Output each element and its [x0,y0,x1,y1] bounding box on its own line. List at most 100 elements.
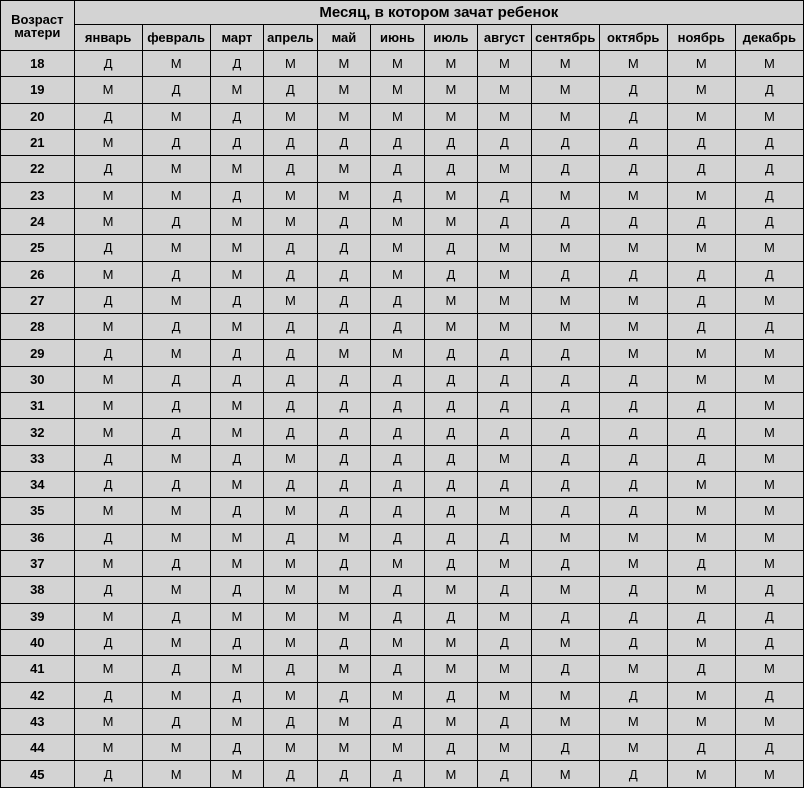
value-cell: Д [371,603,425,629]
table-row: 20ДМДММММММДММ [1,103,804,129]
value-cell: Д [264,472,318,498]
value-cell: Д [74,287,142,313]
value-cell: М [424,656,478,682]
value-cell: Д [264,156,318,182]
value-cell: Д [735,261,803,287]
value-cell: М [735,472,803,498]
value-cell: Д [599,682,667,708]
value-cell: Д [599,629,667,655]
value-cell: М [735,235,803,261]
value-cell: М [142,340,210,366]
value-cell: М [478,656,532,682]
value-cell: М [264,735,318,761]
value-cell: М [371,735,425,761]
value-cell: Д [599,419,667,445]
value-cell: М [264,629,318,655]
header-age: Возраст матери [1,1,75,51]
value-cell: М [210,208,264,234]
value-cell: М [735,498,803,524]
value-cell: М [264,182,318,208]
value-cell: Д [424,366,478,392]
value-cell: Д [317,550,371,576]
value-cell: М [735,366,803,392]
value-cell: М [531,103,599,129]
value-cell: Д [317,682,371,708]
value-cell: М [264,603,318,629]
value-cell: М [667,761,735,788]
value-cell: Д [142,366,210,392]
value-cell: Д [667,314,735,340]
value-cell: М [478,103,532,129]
value-cell: М [667,708,735,734]
value-cell: Д [424,603,478,629]
header-months: Месяц, в котором зачат ребенок [74,1,803,25]
value-cell: Д [599,103,667,129]
value-cell: Д [735,314,803,340]
value-cell: М [142,287,210,313]
value-cell: М [74,129,142,155]
value-cell: М [317,103,371,129]
header-month-4: май [317,25,371,51]
value-cell: М [74,314,142,340]
value-cell: Д [74,103,142,129]
value-cell: М [210,235,264,261]
value-cell: М [264,577,318,603]
value-cell: М [735,656,803,682]
value-cell: Д [210,577,264,603]
value-cell: Д [264,129,318,155]
value-cell: Д [371,314,425,340]
value-cell: Д [735,208,803,234]
value-cell: Д [667,656,735,682]
value-cell: М [599,708,667,734]
age-cell: 18 [1,51,75,77]
age-cell: 39 [1,603,75,629]
table-row: 34ДДМДДДДДДДММ [1,472,804,498]
value-cell: М [478,498,532,524]
value-cell: М [317,603,371,629]
value-cell: Д [667,129,735,155]
value-cell: М [74,708,142,734]
table-row: 33ДМДМДДДМДДДМ [1,445,804,471]
value-cell: Д [264,77,318,103]
value-cell: М [142,51,210,77]
value-cell: Д [478,340,532,366]
value-cell: М [599,314,667,340]
value-cell: Д [317,472,371,498]
value-cell: Д [599,393,667,419]
value-cell: Д [264,708,318,734]
value-cell: Д [210,51,264,77]
value-cell: Д [371,129,425,155]
value-cell: Д [210,103,264,129]
value-cell: Д [599,498,667,524]
value-cell: М [424,51,478,77]
value-cell: Д [424,235,478,261]
value-cell: М [667,77,735,103]
value-cell: Д [478,366,532,392]
value-cell: Д [735,629,803,655]
age-cell: 38 [1,577,75,603]
value-cell: М [142,577,210,603]
value-cell: Д [531,419,599,445]
value-cell: М [667,682,735,708]
age-cell: 24 [1,208,75,234]
value-cell: Д [478,129,532,155]
value-cell: Д [264,761,318,788]
value-cell: Д [264,235,318,261]
value-cell: М [424,77,478,103]
table-row: 28МДМДДДММММДД [1,314,804,340]
value-cell: Д [371,445,425,471]
value-cell: М [74,182,142,208]
value-cell: М [531,524,599,550]
age-cell: 20 [1,103,75,129]
value-cell: М [371,682,425,708]
value-cell: Д [531,656,599,682]
table-row: 22ДММДМДДМДДДД [1,156,804,182]
value-cell: Д [264,314,318,340]
value-cell: Д [531,261,599,287]
value-cell: М [210,761,264,788]
table-row: 44ММДМММДМДМДД [1,735,804,761]
value-cell: Д [667,208,735,234]
value-cell: Д [667,603,735,629]
value-cell: М [210,708,264,734]
value-cell: М [210,550,264,576]
